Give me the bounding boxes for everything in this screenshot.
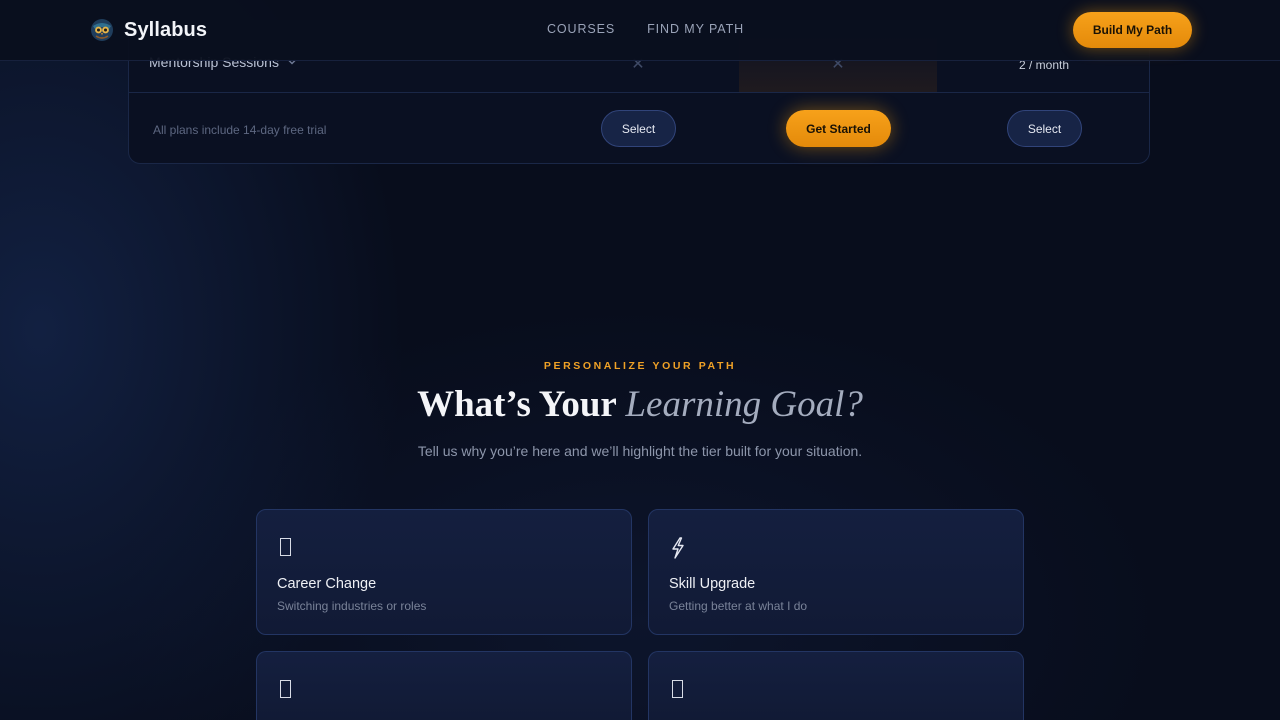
lightning-icon [669, 537, 689, 559]
box-icon [277, 679, 297, 701]
goal-card-4[interactable] [648, 651, 1024, 720]
goal-card-career-change[interactable]: Career Change Switching industries or ro… [256, 509, 632, 635]
nav-links: COURSES FIND MY PATH [547, 22, 744, 36]
goal-card-title: Skill Upgrade [669, 576, 756, 592]
section-title-strong: What’s Your [417, 384, 617, 425]
nav-link-find-my-path[interactable]: FIND MY PATH [647, 22, 744, 36]
select-button-premium[interactable]: Select [1007, 110, 1082, 147]
action-row: All plans include 14-day free trial Sele… [129, 92, 1149, 164]
top-navbar: Syllabus COURSES FIND MY PATH Build My P… [0, 0, 1280, 61]
box-icon [669, 679, 689, 701]
get-started-button[interactable]: Get Started [786, 110, 891, 147]
brand[interactable]: Syllabus [89, 17, 207, 43]
owl-logo-icon [91, 19, 113, 41]
select-button-basic[interactable]: Select [601, 110, 676, 147]
nav-link-courses[interactable]: COURSES [547, 22, 615, 36]
goal-card-skill-upgrade[interactable]: Skill Upgrade Getting better at what I d… [648, 509, 1024, 635]
goal-card-desc: Getting better at what I do [669, 599, 808, 613]
page: Mentorship Sessions ✕ ✕ 2 / month All pl… [0, 0, 1280, 720]
box-icon [277, 537, 297, 559]
brand-name: Syllabus [124, 18, 208, 41]
build-my-path-button[interactable]: Build My Path [1073, 12, 1192, 48]
goal-card-3[interactable] [256, 651, 632, 720]
trial-note: All plans include 14-day free trial [153, 123, 327, 137]
goal-card-desc: Switching industries or roles [277, 599, 427, 613]
goal-card-title: Career Change [277, 576, 377, 592]
section-subtitle: Tell us why you’re here and we’ll highli… [417, 443, 863, 459]
section-eyebrow: PERSONALIZE YOUR PATH [543, 360, 737, 372]
section-title-emphasis: Learning Goal? [625, 384, 863, 425]
section-title: What’s Your Learning Goal? [0, 382, 1280, 428]
